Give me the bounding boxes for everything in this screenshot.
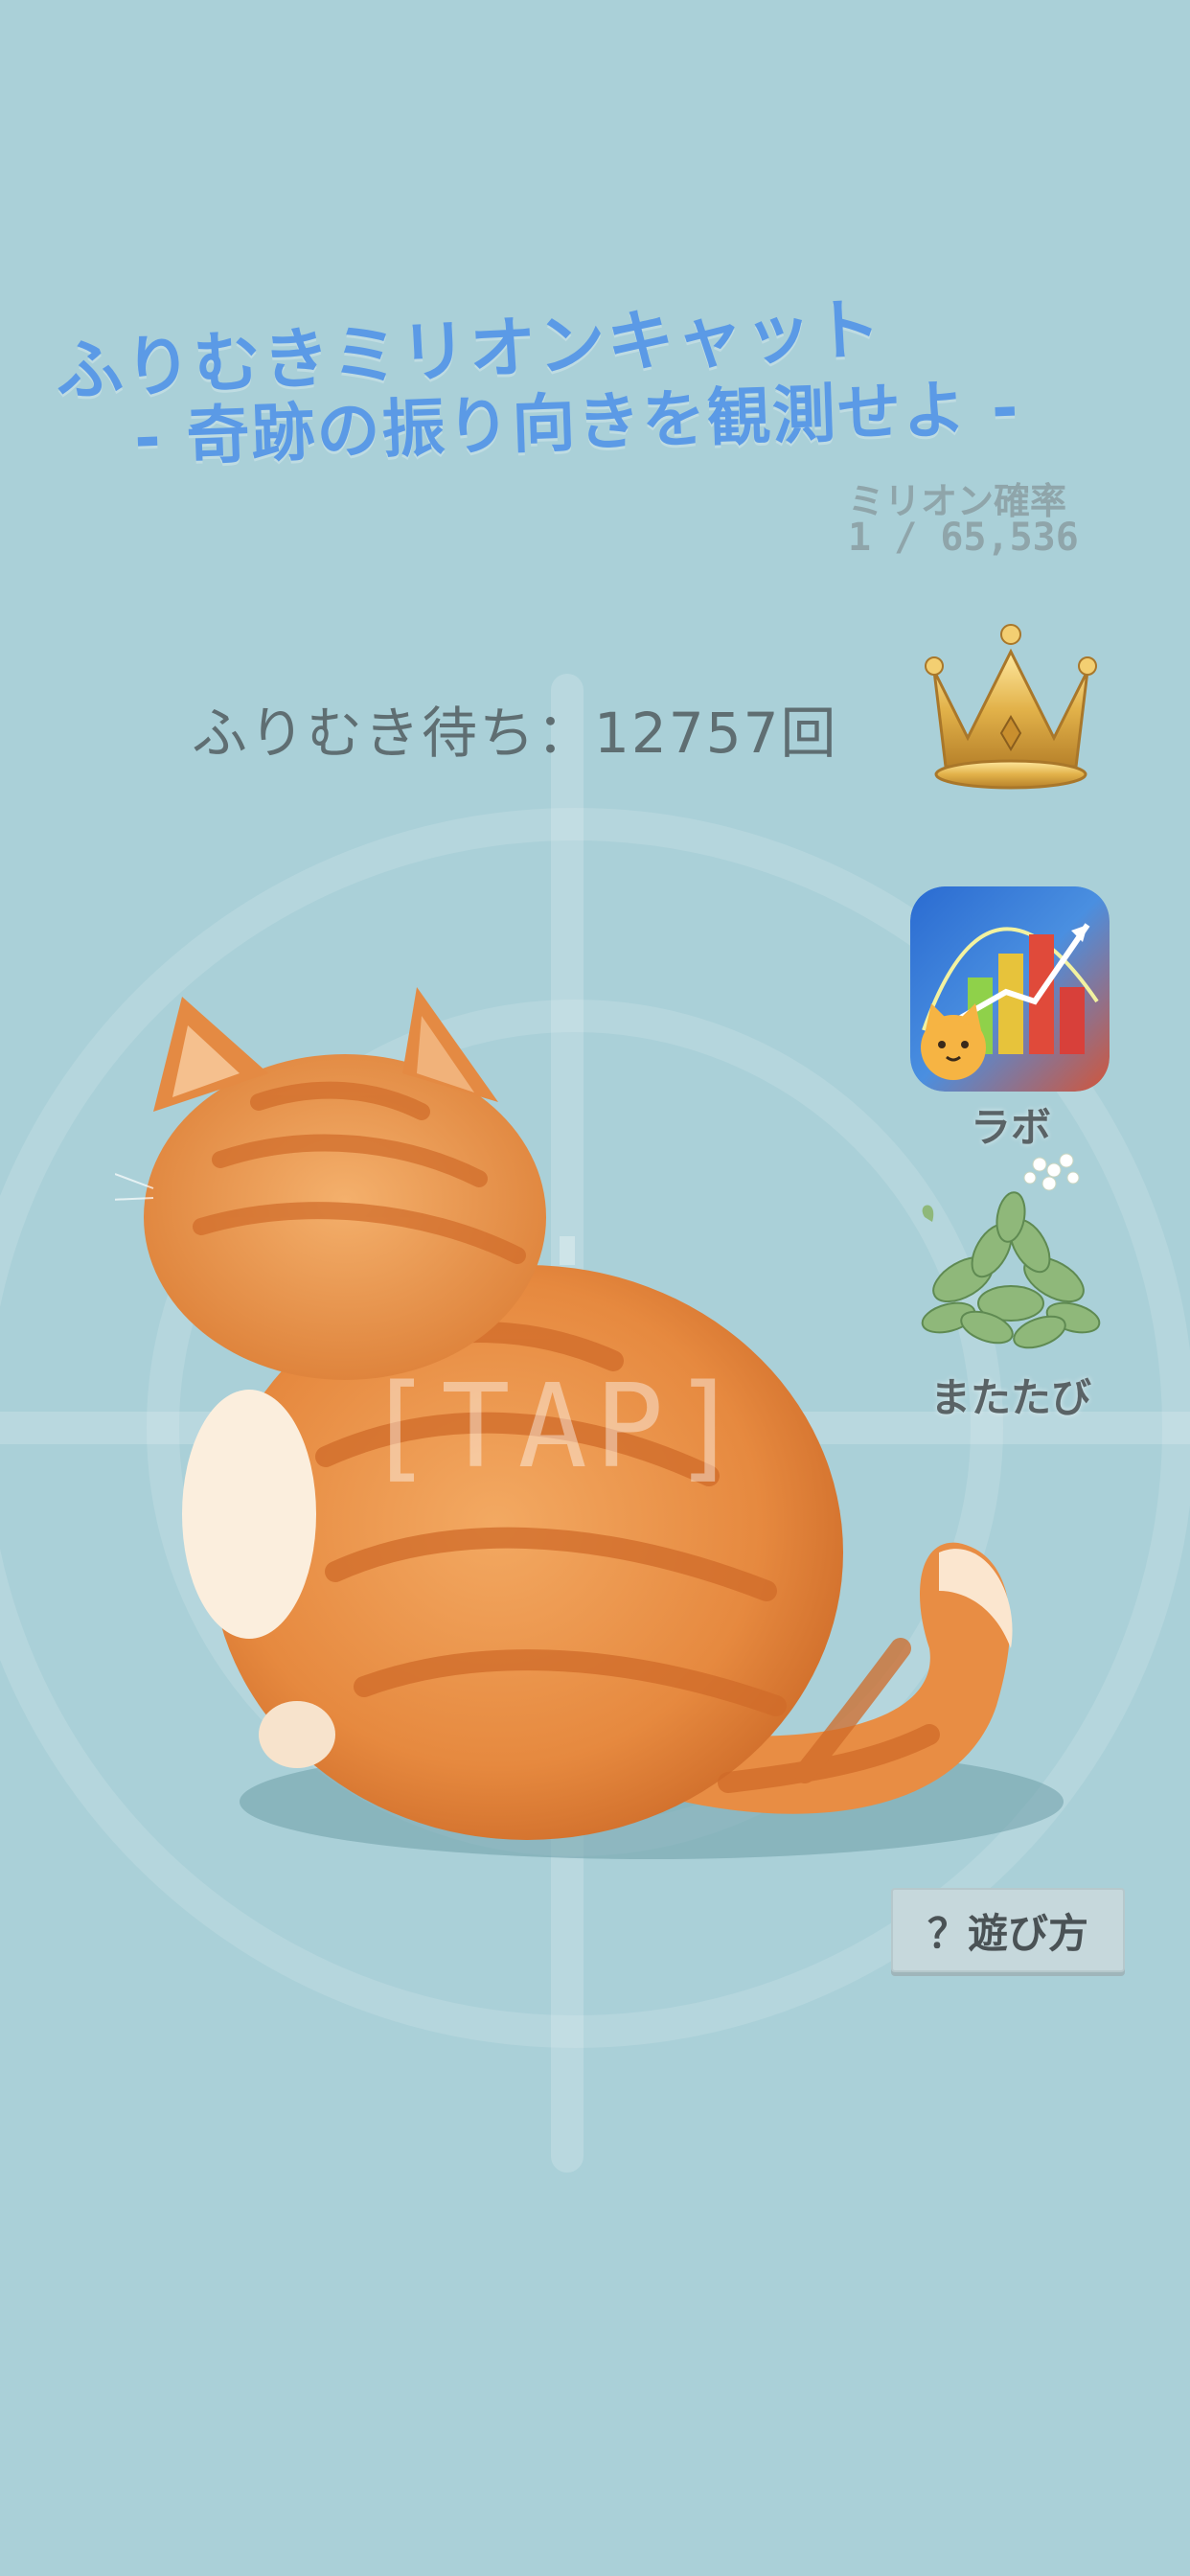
crown-icon[interactable] bbox=[915, 613, 1107, 795]
game-screen: ふりむきミリオンキャット - 奇跡の振り向きを観測せよ - ミリオン確率 1 /… bbox=[0, 0, 1190, 2576]
turn-wait-counter: ふりむき待ち：12757回 bbox=[192, 701, 838, 766]
cat-tap-area[interactable] bbox=[115, 978, 1150, 1859]
how-to-play-button[interactable]: ？遊び方 bbox=[891, 1888, 1125, 1972]
million-probability-value: 1 / 65,536 bbox=[848, 516, 1079, 560]
